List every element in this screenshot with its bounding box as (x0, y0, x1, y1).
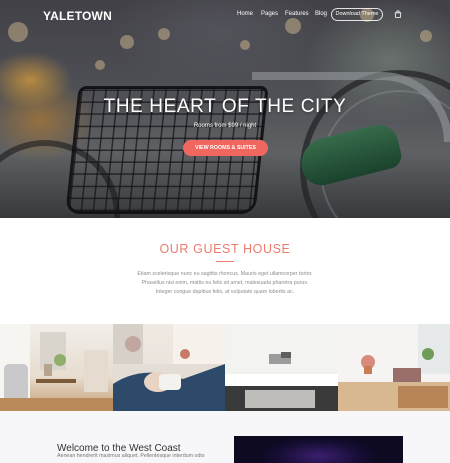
welcome-video-thumbnail[interactable] (234, 436, 403, 463)
intro-text-line: Phasellus nisi enim, mattis eu felis sit… (141, 280, 309, 286)
download-theme-button[interactable]: Download Theme (331, 8, 383, 21)
gallery-photo-bedroom[interactable] (225, 324, 338, 411)
intro-text-line: Etiam scelerisque nunc eu sagittis rhonc… (137, 271, 313, 277)
intro-text-line: Integer congue dapibus felis, at vulputa… (155, 289, 295, 295)
title-divider (216, 261, 234, 262)
hero-title: THE HEART OF THE CITY (103, 96, 347, 117)
nav-item-home[interactable]: Home (237, 11, 253, 17)
nav-item-blog[interactable]: Blog (315, 11, 327, 17)
shopping-bag-icon[interactable] (394, 10, 402, 18)
gallery-photo-coffee[interactable] (113, 324, 225, 411)
view-rooms-button[interactable]: VIEW ROOMS & SUITES (183, 140, 268, 156)
top-navigation: YALETOWN Home Pages Features Blog Downlo… (0, 0, 450, 30)
site-logo[interactable]: YALETOWN (43, 9, 112, 23)
photo-gallery (0, 324, 450, 411)
welcome-text: Aenean hendrerit maximus aliquet. Pellen… (57, 453, 205, 459)
hero-subtitle: Rooms from $99 / night (193, 123, 257, 129)
nav-item-pages[interactable]: Pages (261, 11, 278, 17)
gallery-photo-living-room[interactable] (0, 324, 113, 411)
section-title: OUR GUEST HOUSE (159, 242, 291, 256)
gallery-photo-plants[interactable] (338, 324, 450, 411)
nav-item-features[interactable]: Features (285, 11, 309, 17)
hero-section: YALETOWN Home Pages Features Blog Downlo… (0, 0, 450, 218)
